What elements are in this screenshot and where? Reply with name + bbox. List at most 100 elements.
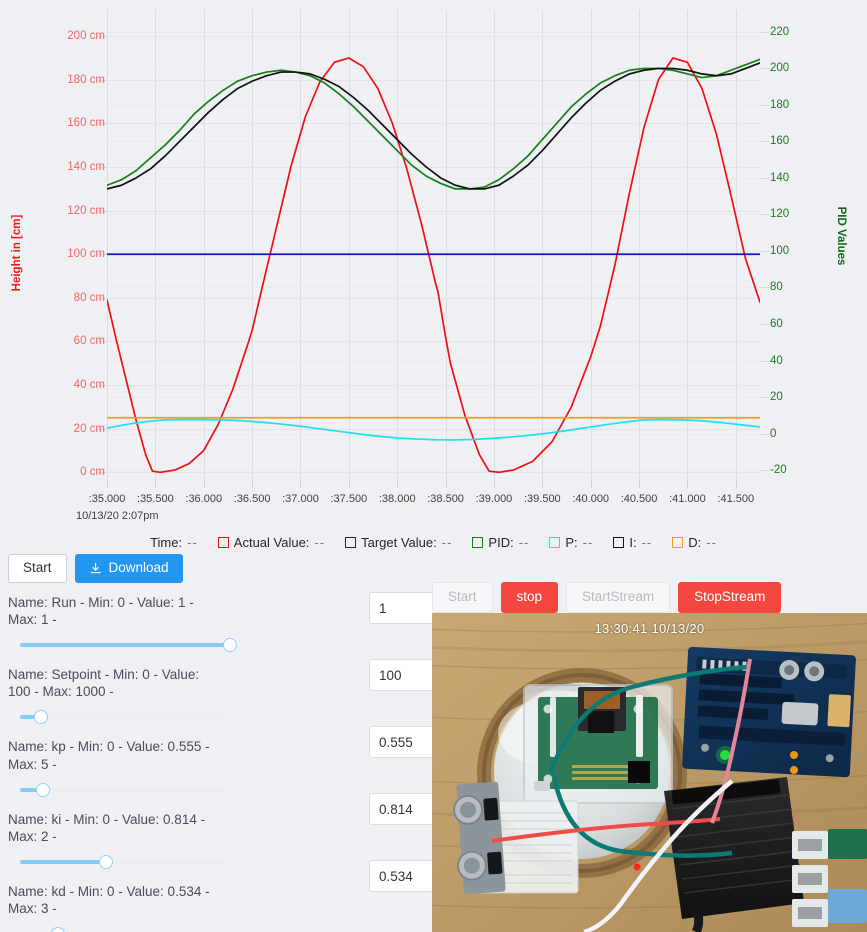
x-tick-label: :37.500 [330, 493, 368, 505]
legend-item-target-value[interactable]: Target Value: -- [345, 535, 452, 550]
right-axis-tick-label: 60 [770, 318, 783, 330]
left-axis-tick-label: 60 cm [73, 335, 105, 348]
slider-kd[interactable] [20, 926, 230, 932]
kp-input[interactable] [369, 726, 438, 758]
right-axis-tick-label: 0 [770, 427, 777, 440]
legend-item-pid[interactable]: PID: -- [472, 535, 529, 550]
x-tick-mark [735, 481, 737, 488]
legend-item-p[interactable]: P: -- [549, 535, 593, 550]
right-axis-tick-label: 100 [770, 244, 790, 257]
pid-controller-app: Height in [cm] PID Values 10/13/20 2:07p… [0, 0, 867, 932]
slider-label: Name: Run - Min: 0 - Value: 1 - Max: 1 - [8, 594, 194, 627]
legend-value: -- [518, 534, 530, 550]
legend-swatch-icon [472, 536, 484, 548]
slider-label: Name: kp - Min: 0 - Value: 0.555 - Max: … [8, 739, 210, 772]
slider-knob[interactable] [99, 854, 114, 869]
x-tick-mark [203, 481, 205, 488]
legend-item-i[interactable]: I: -- [613, 535, 652, 550]
x-tick-label: :37.000 [282, 493, 319, 505]
right-tick-mark [760, 360, 769, 362]
run-input[interactable] [369, 592, 438, 624]
right-axis-tick-label: 140 [770, 171, 790, 184]
x-tick-mark [300, 481, 302, 488]
legend-swatch-icon [217, 536, 229, 548]
legend-item-actual-value[interactable]: Actual Value: -- [217, 534, 326, 550]
legend-value: -- [441, 534, 453, 550]
stop-button[interactable]: stop [500, 582, 559, 613]
x-tick-mark [639, 481, 641, 488]
right-tick-mark [760, 250, 769, 252]
left-axis-tick-label: 0 cm [80, 466, 105, 479]
legend-item-time[interactable]: Time: -- [150, 535, 198, 550]
slider-setpoint[interactable] [20, 709, 230, 725]
slider-ki[interactable] [20, 854, 230, 870]
x-tick-label: :36.000 [185, 493, 223, 505]
start-button[interactable]: Start [8, 554, 67, 583]
slider-kp[interactable] [20, 782, 230, 798]
plot-area[interactable] [107, 10, 760, 481]
right-tick-mark [760, 141, 769, 143]
x-tick-mark [252, 481, 254, 488]
download-button[interactable]: Download [74, 554, 183, 583]
kd-input[interactable] [369, 860, 438, 892]
startstream-button: StartStream [566, 582, 671, 613]
right-tick-mark [760, 214, 769, 216]
stream-button-bar: Start stop StartStream StopStream [432, 582, 782, 613]
legend-label: Target Value: [361, 534, 437, 550]
right-axis-tick-label: 180 [770, 98, 790, 111]
legend-value: -- [706, 534, 717, 550]
x-tick-label: :35.000 [88, 493, 126, 505]
left-axis-tick-label: 180 cm [67, 73, 105, 86]
slider-knob[interactable] [36, 782, 51, 797]
series-line-i [107, 62, 760, 190]
x-axis-date-label: 10/13/20 2:07pm [76, 510, 159, 522]
right-tick-mark [760, 31, 769, 33]
legend-label: I: [629, 534, 637, 550]
legend-label: D: [688, 534, 702, 550]
action-button-row: Start Download [8, 554, 230, 583]
series-layer [107, 57, 760, 474]
slider-label: Name: Setpoint - Min: 0 - Value: 100 - M… [8, 667, 200, 700]
legend-swatch-icon [549, 536, 561, 548]
video-timestamp: 13:30:41 10/13/20 [594, 621, 705, 636]
slider-rail[interactable] [20, 715, 230, 720]
right-axis-tick-label: -20 [770, 464, 787, 477]
left-axis-tick-label: 120 cm [67, 204, 105, 217]
right-tick-mark [760, 470, 769, 472]
video-frame [432, 613, 867, 932]
legend-label: Time: [150, 534, 183, 550]
value-input-column [369, 592, 438, 927]
left-axis-tick-label: 100 cm [67, 248, 105, 261]
download-icon [89, 562, 102, 575]
slider-block-kp: Name: kp - Min: 0 - Value: 0.555 - Max: … [8, 738, 230, 797]
left-axis-tick-label: 80 cm [73, 291, 105, 304]
slider-knob[interactable] [34, 710, 48, 725]
series-line-actual-value [107, 57, 760, 474]
legend-item-d[interactable]: D: -- [672, 535, 717, 550]
x-tick-mark [493, 481, 495, 488]
slider-knob[interactable] [50, 927, 65, 932]
slider-knob[interactable] [223, 638, 237, 653]
slider-fill [20, 643, 230, 648]
webcam-video-feed[interactable]: 13:30:41 10/13/20 [432, 613, 867, 932]
slider-run[interactable] [20, 637, 237, 653]
x-tick-mark [348, 481, 350, 488]
legend-value: -- [641, 534, 653, 550]
ki-input[interactable] [369, 793, 438, 825]
slider-block-setpoint: Name: Setpoint - Min: 0 - Value: 100 - M… [8, 666, 230, 725]
series-line-p [107, 418, 760, 441]
slider-rail[interactable] [20, 787, 230, 792]
stopstream-button[interactable]: StopStream [678, 582, 782, 613]
legend-label: P: [565, 534, 578, 550]
slider-block-run: Name: Run - Min: 0 - Value: 1 - Max: 1 - [8, 594, 237, 653]
setpoint-input[interactable] [369, 659, 438, 691]
x-tick-label: :41.000 [669, 493, 706, 505]
legend-value: -- [187, 534, 198, 550]
right-tick-mark [760, 104, 769, 106]
x-tick-mark [590, 481, 592, 488]
x-tick-label: :38.000 [378, 493, 416, 505]
start-button: Start [432, 582, 493, 613]
left-axis-tick-label: 20 cm [73, 422, 105, 435]
slider-block-ki: Name: ki - Min: 0 - Value: 0.814 - Max: … [8, 811, 230, 870]
legend-value: -- [314, 534, 326, 550]
